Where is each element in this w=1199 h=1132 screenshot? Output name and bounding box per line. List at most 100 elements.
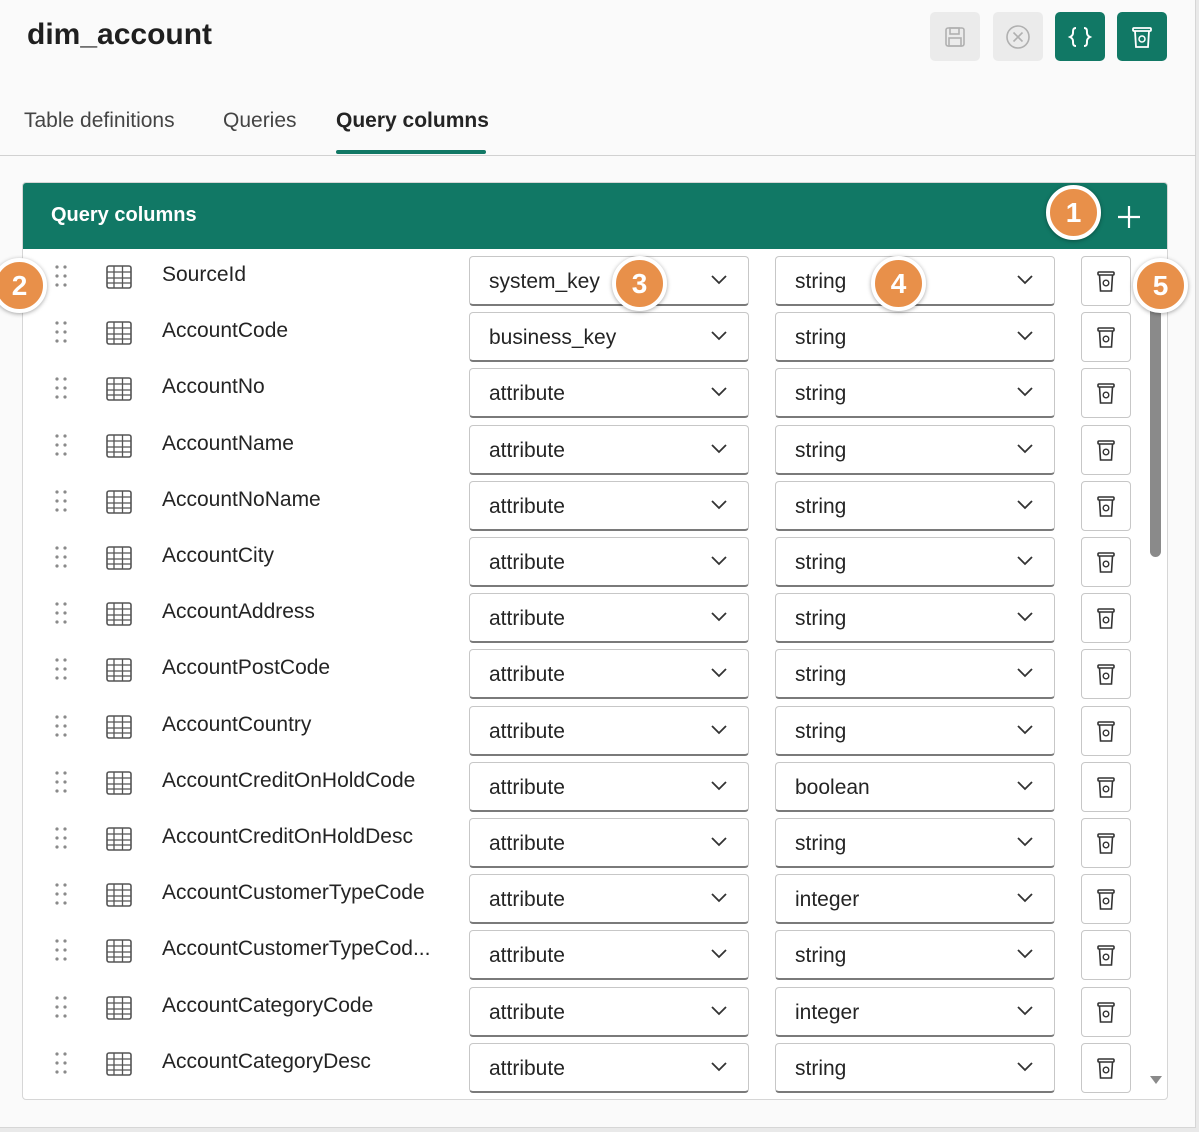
column-role-dropdown[interactable]: business_key bbox=[469, 312, 749, 363]
column-type-value: string bbox=[795, 832, 847, 855]
trash-icon bbox=[1097, 327, 1115, 348]
column-type-dropdown[interactable]: string bbox=[775, 537, 1055, 587]
column-type-dropdown[interactable]: string bbox=[775, 312, 1055, 363]
save-icon bbox=[945, 26, 965, 47]
column-type-value: string bbox=[795, 719, 847, 743]
column-role-value: attribute bbox=[489, 1056, 565, 1080]
column-type-dropdown[interactable]: string bbox=[775, 480, 1055, 531]
column-role-dropdown[interactable]: attribute bbox=[469, 537, 749, 587]
column-role-dropdown[interactable]: attribute bbox=[469, 593, 749, 644]
chevron-down-icon bbox=[1017, 612, 1033, 622]
column-role-dropdown[interactable]: attribute bbox=[469, 1042, 749, 1093]
drag-handle-icon[interactable] bbox=[53, 1050, 69, 1076]
column-name: AccountCustomerTypeCode bbox=[162, 881, 425, 905]
chevron-down-icon bbox=[1017, 949, 1033, 959]
drag-handle-icon[interactable] bbox=[53, 600, 69, 626]
column-role-dropdown[interactable]: attribute bbox=[469, 480, 749, 531]
delete-column-button[interactable] bbox=[1081, 537, 1131, 587]
column-role-dropdown[interactable]: attribute bbox=[469, 424, 749, 475]
chevron-down-icon bbox=[711, 443, 727, 453]
delete-column-button[interactable] bbox=[1081, 312, 1131, 363]
column-role-value: attribute bbox=[489, 438, 565, 462]
delete-table-button[interactable] bbox=[1117, 12, 1167, 61]
drag-handle-icon[interactable] bbox=[53, 825, 69, 851]
delete-column-button[interactable] bbox=[1081, 818, 1131, 868]
scroll-thumb[interactable] bbox=[1150, 299, 1161, 557]
drag-handle-icon[interactable] bbox=[53, 937, 69, 963]
delete-column-button[interactable] bbox=[1081, 480, 1131, 531]
drag-handle-icon[interactable] bbox=[53, 319, 69, 345]
scroll-down-arrow[interactable] bbox=[1150, 1076, 1162, 1084]
column-type-dropdown[interactable]: string bbox=[775, 1042, 1055, 1093]
column-role-dropdown[interactable]: attribute bbox=[469, 368, 749, 419]
column-name: SourceId bbox=[162, 263, 247, 286]
delete-column-button[interactable] bbox=[1081, 986, 1131, 1037]
drag-handle-icon[interactable] bbox=[53, 375, 69, 401]
table-row: AccountNoName attribute string bbox=[23, 474, 1167, 531]
delete-column-button[interactable] bbox=[1081, 761, 1131, 812]
chevron-down-icon bbox=[1017, 1062, 1033, 1072]
discard-button[interactable] bbox=[993, 12, 1043, 61]
delete-column-button[interactable] bbox=[1081, 368, 1131, 419]
drag-handle-icon[interactable] bbox=[53, 432, 69, 458]
drag-handle-icon[interactable] bbox=[53, 994, 69, 1020]
delete-column-button[interactable] bbox=[1081, 256, 1131, 306]
column-type-dropdown[interactable]: string bbox=[775, 649, 1055, 700]
table-icon bbox=[106, 770, 132, 795]
drag-handle-icon[interactable] bbox=[53, 544, 69, 570]
table-row: AccountCode business_key string bbox=[23, 305, 1167, 363]
callout-badge: 1 bbox=[1046, 185, 1101, 240]
column-role-dropdown[interactable]: attribute bbox=[469, 930, 749, 981]
json-button[interactable] bbox=[1055, 12, 1105, 61]
table-row: AccountNo attribute string bbox=[23, 361, 1167, 419]
columns-list: SourceId system_key string AccountCode b… bbox=[23, 249, 1167, 1099]
column-role-dropdown[interactable]: attribute bbox=[469, 874, 749, 925]
delete-column-button[interactable] bbox=[1081, 593, 1131, 644]
card-title: Query columns bbox=[51, 204, 197, 226]
tab-queries[interactable]: Queries bbox=[223, 109, 297, 133]
delete-column-button[interactable] bbox=[1081, 424, 1131, 475]
column-role-dropdown[interactable]: attribute bbox=[469, 705, 749, 756]
card-header: Query columns bbox=[23, 183, 1167, 249]
column-role-value: attribute bbox=[489, 888, 565, 912]
table-icon bbox=[106, 1051, 132, 1076]
column-type-dropdown[interactable]: integer bbox=[775, 874, 1055, 925]
trash-icon bbox=[1097, 383, 1115, 405]
column-role-dropdown[interactable]: attribute bbox=[469, 761, 749, 812]
tab-query-columns[interactable]: Query columns bbox=[336, 109, 489, 133]
column-type-dropdown[interactable]: string bbox=[775, 818, 1055, 868]
drag-handle-icon[interactable] bbox=[53, 881, 69, 907]
column-type-dropdown[interactable]: string bbox=[775, 705, 1055, 756]
trash-icon bbox=[1097, 945, 1115, 967]
column-role-dropdown[interactable]: system_key bbox=[469, 256, 749, 306]
drag-handle-icon[interactable] bbox=[53, 713, 69, 739]
column-type-dropdown[interactable]: string bbox=[775, 424, 1055, 475]
drag-handle-icon[interactable] bbox=[53, 769, 69, 795]
column-role-dropdown[interactable]: attribute bbox=[469, 986, 749, 1037]
column-type-dropdown[interactable]: string bbox=[775, 593, 1055, 644]
table-row: AccountCustomerTypeCod... attribute stri… bbox=[23, 923, 1167, 981]
column-type-dropdown[interactable]: boolean bbox=[775, 761, 1055, 812]
add-column-button[interactable] bbox=[1111, 199, 1147, 235]
delete-column-button[interactable] bbox=[1081, 705, 1131, 756]
column-role-dropdown[interactable]: attribute bbox=[469, 818, 749, 868]
drag-handle-icon[interactable] bbox=[53, 656, 69, 682]
drag-handle-icon[interactable] bbox=[53, 488, 69, 514]
delete-column-button[interactable] bbox=[1081, 649, 1131, 700]
trash-icon bbox=[1097, 889, 1115, 910]
delete-column-button[interactable] bbox=[1081, 874, 1131, 925]
column-name: AccountCode bbox=[162, 319, 289, 343]
scrollbar[interactable] bbox=[1148, 249, 1164, 1099]
trash-icon bbox=[1097, 776, 1115, 798]
save-button[interactable] bbox=[930, 12, 980, 61]
column-type-dropdown[interactable]: string bbox=[775, 368, 1055, 419]
column-type-dropdown[interactable]: string bbox=[775, 930, 1055, 981]
column-type-value: string bbox=[795, 438, 847, 462]
column-role-value: attribute bbox=[489, 663, 565, 687]
column-role-dropdown[interactable]: attribute bbox=[469, 649, 749, 700]
drag-handle-icon[interactable] bbox=[53, 263, 69, 289]
column-type-dropdown[interactable]: integer bbox=[775, 986, 1055, 1037]
tab-table-definitions[interactable]: Table definitions bbox=[24, 109, 175, 133]
delete-column-button[interactable] bbox=[1081, 1042, 1131, 1093]
delete-column-button[interactable] bbox=[1081, 930, 1131, 981]
